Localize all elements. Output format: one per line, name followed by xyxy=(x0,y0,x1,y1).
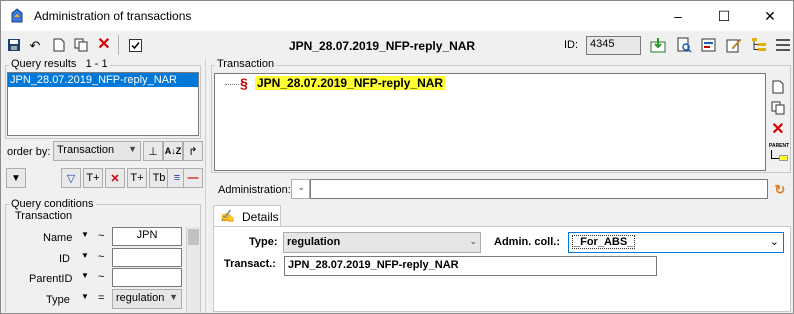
condition-label: ParentID xyxy=(29,273,73,285)
condition-id-input[interactable] xyxy=(112,248,182,267)
tab-details[interactable]: ✍ Details xyxy=(213,205,281,227)
list-item[interactable]: JPN_28.07.2019_NFP-reply_NAR xyxy=(8,73,198,87)
condition-type-value: regulation xyxy=(116,292,165,304)
pin-icon[interactable]: ⊥ xyxy=(143,141,163,161)
edit-icon[interactable] xyxy=(724,35,744,55)
order-by-label: order by: xyxy=(7,146,51,158)
chevron-down-icon: ▼ xyxy=(169,292,178,302)
main-window: Administration of transactions – ☐ ✕ ↶ ✕… xyxy=(0,0,794,314)
filter-icon[interactable]: ▽ xyxy=(61,168,81,188)
dropdown-arrow-icon[interactable]: ▼ xyxy=(81,271,89,280)
dropdown-arrow-icon[interactable]: ▼ xyxy=(81,251,89,260)
details-panel: Type: regulation ⌄ Admin. coll.: _For_AB… xyxy=(213,226,791,312)
panel-splitter[interactable] xyxy=(205,59,206,313)
parent-icon[interactable]: PARENT xyxy=(769,143,791,163)
chevron-down-icon: ⌄ xyxy=(769,236,779,248)
title-bar: Administration of transactions – ☐ ✕ xyxy=(1,1,793,31)
administration-input[interactable] xyxy=(310,179,768,199)
conditions-scrollbar[interactable] xyxy=(186,227,200,313)
transact-input[interactable]: JPN_28.07.2019_NFP-reply_NAR xyxy=(284,256,657,276)
admin-coll-select[interactable]: _For_ABS_ ⌄ xyxy=(568,232,784,253)
dropdown-arrow-icon[interactable]: ▼ xyxy=(81,230,89,239)
maximize-button[interactable]: ☐ xyxy=(701,1,747,31)
condition-operator[interactable]: = xyxy=(98,292,104,304)
report-icon[interactable] xyxy=(699,35,719,55)
tree-connector xyxy=(225,84,239,85)
condition-label: Name xyxy=(43,232,73,244)
condition-operator[interactable]: ~ xyxy=(98,251,104,263)
administration-label: Administration: xyxy=(218,184,291,196)
search-document-icon[interactable] xyxy=(674,35,694,55)
new-document-icon[interactable] xyxy=(49,35,69,55)
save-icon[interactable] xyxy=(4,35,24,55)
id-label: ID: xyxy=(564,39,579,51)
condition-type-select[interactable]: regulation ▼ xyxy=(112,289,182,309)
checkbox-icon[interactable] xyxy=(125,35,145,55)
order-by-select[interactable]: Transaction ▼ xyxy=(53,141,141,161)
toolbar-separator xyxy=(118,35,119,55)
close-window-button[interactable]: ✕ xyxy=(747,1,793,31)
new-document-icon[interactable] xyxy=(768,77,788,97)
chevron-down-icon: ▼ xyxy=(128,144,137,154)
dropdown-arrow-icon[interactable]: ▼ xyxy=(81,292,89,301)
collapse-down-icon[interactable]: ▼ xyxy=(6,168,26,188)
tab-details-label: Details xyxy=(242,210,279,224)
type-select[interactable]: regulation ⌄ xyxy=(283,232,481,253)
admin-coll-value: _For_ABS_ xyxy=(572,235,636,249)
delete-icon[interactable]: ✕ xyxy=(768,120,788,140)
record-title: JPN_28.07.2019_NFP-reply_NAR xyxy=(289,39,476,53)
query-results-label: Query results 1 - 1 xyxy=(9,58,110,70)
query-results-count: 1 - 1 xyxy=(85,58,108,70)
undo-icon[interactable]: ↶ xyxy=(25,35,45,55)
condition-name-input[interactable]: JPN xyxy=(112,227,182,246)
condition-operator[interactable]: ~ xyxy=(98,271,104,283)
app-icon xyxy=(11,8,23,23)
import-icon[interactable] xyxy=(648,35,668,55)
condition-label: Type xyxy=(46,294,70,306)
filter-list-icon[interactable]: Tb xyxy=(149,168,169,188)
scrollbar-thumb[interactable] xyxy=(188,229,199,245)
hierarchy-icon[interactable] xyxy=(749,35,769,55)
order-by-value: Transaction xyxy=(57,144,115,156)
copy-icon[interactable] xyxy=(768,98,788,118)
window-title: Administration of transactions xyxy=(34,9,192,23)
admin-coll-label: Admin. coll.: xyxy=(494,236,560,248)
type-value: regulation xyxy=(287,236,341,248)
refresh-icon[interactable]: ↻ xyxy=(770,179,790,199)
chevron-down-icon: ⌄ xyxy=(469,236,477,246)
filter-plus-icon[interactable]: T+ xyxy=(127,168,147,188)
parent-icon-label: PARENT xyxy=(769,143,790,149)
add-filter-icon[interactable]: T+ xyxy=(83,168,103,188)
run-query-icon[interactable]: ↱ xyxy=(183,141,203,161)
list-view-icon[interactable] xyxy=(773,35,793,55)
tree-node[interactable]: JPN_28.07.2019_NFP-reply_NAR xyxy=(255,76,446,90)
condition-operator[interactable]: ~ xyxy=(98,230,104,242)
id-field: 4345 xyxy=(586,36,641,55)
condition-parentid-input[interactable] xyxy=(112,268,182,287)
query-conditions-label: Query conditions xyxy=(9,198,96,210)
transaction-group-label: Transaction xyxy=(215,58,277,70)
chevron-down-icon: ⌄ xyxy=(297,182,305,192)
condition-section-label: Transaction xyxy=(13,210,75,222)
sort-az-icon[interactable]: A↓Z xyxy=(163,141,183,161)
copy-icon[interactable] xyxy=(71,35,91,55)
paragraph-icon: § xyxy=(240,75,248,91)
type-label: Type: xyxy=(249,236,278,248)
transaction-tree[interactable]: § JPN_28.07.2019_NFP-reply_NAR xyxy=(214,73,766,171)
results-list[interactable]: JPN_28.07.2019_NFP-reply_NAR xyxy=(7,72,199,136)
minimize-button[interactable]: – xyxy=(655,1,701,31)
administration-dropdown[interactable]: ⌄ xyxy=(291,179,310,199)
transact-label: Transact.: xyxy=(224,258,276,270)
remove-filter-icon[interactable]: ✕ xyxy=(105,168,125,188)
condition-label: ID xyxy=(59,253,70,265)
delete-icon[interactable]: ✕ xyxy=(94,35,114,55)
minus-icon[interactable]: — xyxy=(183,168,203,188)
details-icon: ✍ xyxy=(220,209,235,223)
